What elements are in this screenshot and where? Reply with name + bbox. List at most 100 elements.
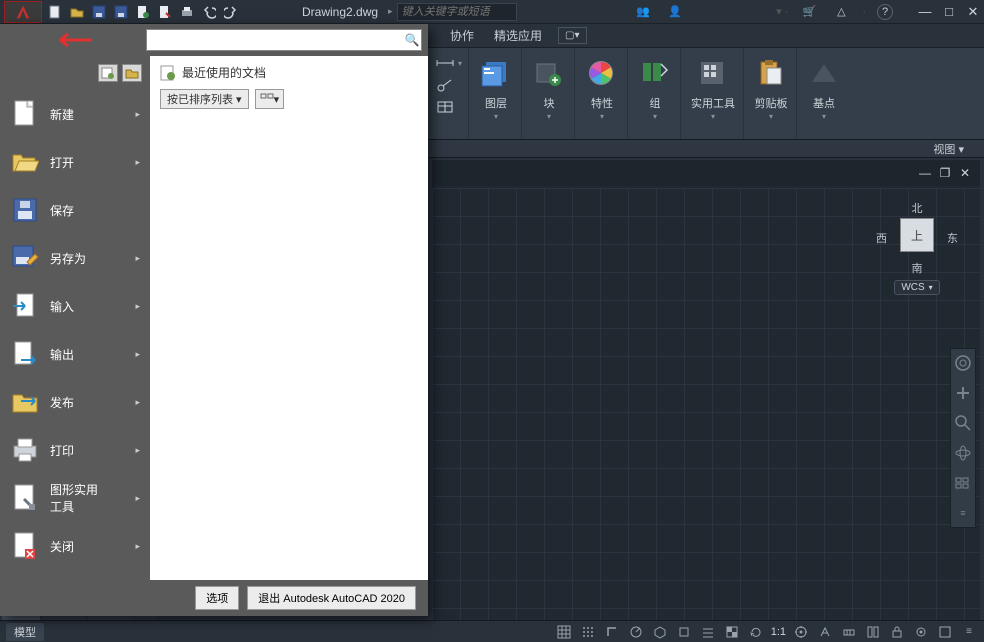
appmenu-close[interactable]: 关闭▸ — [0, 522, 150, 570]
panel-blocks[interactable]: 块 ▾ — [524, 48, 575, 139]
snap-toggle-icon[interactable] — [579, 623, 597, 641]
clipboard-icon — [754, 56, 788, 90]
appmenu-export[interactable]: 输出▸ — [0, 330, 150, 378]
grid-toggle-icon[interactable] — [555, 623, 573, 641]
view-mode-button[interactable]: ▾ — [255, 89, 285, 109]
nav-orbit-icon[interactable] — [953, 443, 973, 463]
qat-print-icon[interactable] — [177, 2, 197, 22]
nav-showmotion-icon[interactable] — [953, 473, 973, 493]
search-expand-icon[interactable]: ▸ — [388, 6, 393, 17]
qat-plot-icon[interactable] — [155, 2, 175, 22]
utilities-icon — [696, 56, 730, 90]
nav-wheel-icon[interactable] — [953, 353, 973, 373]
tab-extra-icon[interactable]: ▢▾ — [558, 27, 586, 44]
panel-base-label: 基点 — [813, 98, 835, 110]
exit-button[interactable]: 退出 Autodesk AutoCAD 2020 — [247, 586, 416, 610]
open-file-icon — [10, 147, 40, 177]
close-button[interactable]: ✕ — [966, 5, 980, 19]
nav-expand-icon[interactable]: ≡ — [953, 503, 973, 523]
panel-clipboard-label: 剪贴板 — [755, 98, 788, 110]
options-button[interactable]: 选项 — [195, 586, 239, 610]
transparency-icon[interactable] — [723, 623, 741, 641]
dim-linear-icon[interactable] — [436, 54, 454, 72]
qat-undo-icon[interactable] — [199, 2, 219, 22]
wcs-button[interactable]: WCS▾ — [894, 280, 939, 295]
polar-icon[interactable] — [627, 623, 645, 641]
quickprops-icon[interactable] — [864, 623, 882, 641]
panel-properties-label: 特性 — [591, 98, 613, 110]
app-menu-button[interactable] — [4, 1, 42, 23]
qat-web-icon[interactable] — [133, 2, 153, 22]
signin-icon[interactable]: 👥 — [633, 2, 653, 22]
customize-icon[interactable]: ≡ — [960, 623, 978, 641]
chevron-down-icon: ▾ — [769, 112, 773, 121]
saveas-icon — [10, 243, 40, 273]
panel-clipboard[interactable]: 剪贴板 ▾ — [746, 48, 797, 139]
qat-open-icon[interactable] — [67, 2, 87, 22]
user-icon[interactable]: 👤 — [665, 2, 685, 22]
cart-icon[interactable]: 🛒 — [799, 2, 819, 22]
doc-minimize-icon[interactable]: — — [918, 166, 932, 180]
viewcube-north: 北 — [912, 200, 923, 216]
help-icon[interactable]: ? — [877, 4, 893, 20]
panel-properties[interactable]: 特性 ▾ — [577, 48, 628, 139]
qat-new-icon[interactable] — [45, 2, 65, 22]
appmenu-saveas[interactable]: 另存为▸ — [0, 234, 150, 282]
appmenu-drawing-utilities[interactable]: 图形实用工具▸ — [0, 474, 150, 522]
title-search-input[interactable] — [397, 3, 517, 21]
nav-zoom-icon[interactable] — [953, 413, 973, 433]
osnap-icon[interactable] — [675, 623, 693, 641]
doc-restore-icon[interactable]: ❐ — [938, 166, 952, 180]
workspace-icon[interactable] — [792, 623, 810, 641]
lock-ui-icon[interactable] — [888, 623, 906, 641]
qat-saveas-icon[interactable] — [111, 2, 131, 22]
appmenu-print[interactable]: 打印▸ — [0, 426, 150, 474]
panel-layers[interactable]: 图层 ▾ — [471, 48, 522, 139]
chevron-down-icon: ▾ — [653, 112, 657, 121]
appmenu-publish[interactable]: 发布▸ — [0, 378, 150, 426]
panel-utilities[interactable]: 实用工具 ▾ — [683, 48, 744, 139]
qat-save-icon[interactable] — [89, 2, 109, 22]
app-menu-recent-panel: 最近使用的文档 按已排序列表 ▾ ▾ — [150, 56, 428, 580]
ribbon-view-label[interactable]: 视图 ▾ — [933, 141, 964, 157]
table-icon[interactable] — [436, 98, 454, 116]
appmenu-save[interactable]: 保存 — [0, 186, 150, 234]
panel-groups[interactable]: 组 ▾ — [630, 48, 681, 139]
cycling-icon[interactable] — [747, 623, 765, 641]
appmenu-import[interactable]: 输入▸ — [0, 282, 150, 330]
ortho-icon[interactable] — [603, 623, 621, 641]
leader-icon[interactable] — [436, 76, 454, 94]
panel-base[interactable]: 基点 ▾ — [799, 48, 849, 139]
isoplane-icon[interactable] — [651, 623, 669, 641]
annotation-scale[interactable]: 1:1 — [771, 626, 786, 638]
search-icon[interactable]: 🔍 — [403, 33, 421, 47]
autodesk-icon[interactable]: △ — [831, 2, 851, 22]
nav-pan-icon[interactable] — [953, 383, 973, 403]
units-icon[interactable] — [840, 623, 858, 641]
cleanscreen-icon[interactable] — [936, 623, 954, 641]
viewcube-east: 东 — [947, 230, 958, 246]
status-model[interactable]: 模型 — [6, 623, 44, 641]
tab-collab[interactable]: 协作 — [440, 23, 484, 48]
app-menu-search-input[interactable] — [147, 33, 403, 47]
view-cube[interactable]: 北 西 东 上 南 WCS▾ — [880, 200, 954, 320]
doc-close-icon[interactable]: ✕ — [958, 166, 972, 180]
sort-dropdown[interactable]: 按已排序列表 ▾ — [160, 89, 249, 109]
isolate-icon[interactable] — [912, 623, 930, 641]
chevron-down-icon: ▾ — [600, 112, 604, 121]
publish-icon — [10, 387, 40, 417]
navigation-bar: ≡ — [950, 348, 976, 528]
qat-redo-icon[interactable] — [221, 2, 241, 22]
blocks-icon — [532, 56, 566, 90]
appmenu-new[interactable]: 新建▸ — [0, 90, 150, 138]
tab-featured[interactable]: 精选应用 — [484, 23, 552, 48]
annotation-icon[interactable] — [816, 623, 834, 641]
recent-docs-mode-icon[interactable] — [98, 64, 118, 82]
appmenu-open[interactable]: 打开▸ — [0, 138, 150, 186]
minimize-button[interactable]: — — [918, 5, 932, 19]
lineweight-icon[interactable] — [699, 623, 717, 641]
app-menu-footer: 选项 退出 Autodesk AutoCAD 2020 — [0, 580, 428, 616]
viewcube-top-face[interactable]: 上 — [900, 218, 934, 252]
maximize-button[interactable]: □ — [942, 5, 956, 19]
open-docs-mode-icon[interactable] — [122, 64, 142, 82]
